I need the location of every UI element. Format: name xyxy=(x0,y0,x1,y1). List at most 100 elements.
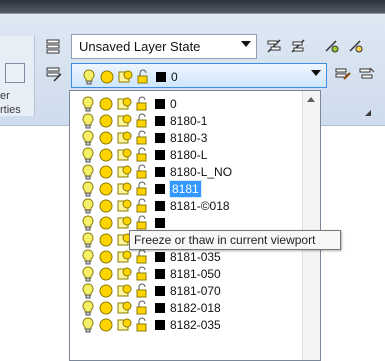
layer-row[interactable]: 8180-L xyxy=(79,146,207,163)
layer-row[interactable]: 8181-050 xyxy=(79,265,221,282)
layer-isolate-icon[interactable] xyxy=(322,36,342,56)
lightbulb-icon[interactable] xyxy=(79,112,97,129)
sun-icon[interactable] xyxy=(98,68,116,85)
layer-row[interactable]: 0 xyxy=(79,95,177,112)
current-layer-combo[interactable]: 0 xyxy=(71,63,327,88)
sun-icon[interactable] xyxy=(97,129,115,146)
layer-color-swatch[interactable] xyxy=(155,200,165,211)
layer-row[interactable]: 8180-3 xyxy=(79,129,207,146)
viewport-freeze-icon[interactable] xyxy=(115,95,133,112)
viewport-freeze-icon[interactable] xyxy=(115,180,133,197)
scroll-up-icon[interactable] xyxy=(307,97,315,102)
unlock-icon[interactable] xyxy=(134,68,152,85)
lightbulb-icon[interactable] xyxy=(79,214,97,231)
sun-icon[interactable] xyxy=(97,112,115,129)
viewport-freeze-icon[interactable] xyxy=(115,248,133,265)
chevron-down-icon[interactable] xyxy=(241,41,251,47)
layer-unisolate-icon[interactable] xyxy=(346,36,366,56)
layer-color-swatch[interactable] xyxy=(155,302,165,313)
layer-color-swatch[interactable] xyxy=(155,251,165,262)
scrollbar[interactable] xyxy=(302,91,320,360)
lightbulb-icon[interactable] xyxy=(79,231,97,248)
lightbulb-icon[interactable] xyxy=(79,95,97,112)
layer-color-swatch[interactable] xyxy=(155,268,165,279)
sun-icon[interactable] xyxy=(97,231,115,248)
layer-color-swatch[interactable] xyxy=(155,319,165,330)
make-current-icon[interactable] xyxy=(333,64,353,84)
layer-dropdown-list[interactable]: 0 8180-1 8180-3 8180-L 8180-L_NO 8181 8181-©01… xyxy=(69,90,321,361)
layer-color-swatch[interactable] xyxy=(155,115,165,126)
layer-state-combo[interactable]: Unsaved Layer State xyxy=(71,34,257,59)
viewport-freeze-icon[interactable] xyxy=(115,197,133,214)
layer-properties-icon[interactable] xyxy=(44,64,64,84)
unlock-icon[interactable] xyxy=(133,214,151,231)
layer-row[interactable]: 8180-1 xyxy=(79,112,207,129)
layer-color-swatch[interactable] xyxy=(155,217,165,228)
unlock-icon[interactable] xyxy=(133,316,151,333)
lightbulb-icon[interactable] xyxy=(79,316,97,333)
chevron-down-icon[interactable] xyxy=(311,70,321,76)
viewport-freeze-icon[interactable] xyxy=(116,68,134,85)
unlock-icon[interactable] xyxy=(133,146,151,163)
sun-icon[interactable] xyxy=(97,180,115,197)
layer-row[interactable]: 8181 xyxy=(79,179,202,198)
layer-row[interactable]: 8182-018 xyxy=(79,299,221,316)
unlock-icon[interactable] xyxy=(133,163,151,180)
unlock-icon[interactable] xyxy=(133,112,151,129)
unlock-icon[interactable] xyxy=(133,282,151,299)
lightbulb-icon[interactable] xyxy=(79,248,97,265)
sun-icon[interactable] xyxy=(97,95,115,112)
layer-row[interactable]: 8181-070 xyxy=(79,282,221,299)
sun-icon[interactable] xyxy=(97,299,115,316)
sun-icon[interactable] xyxy=(97,265,115,282)
unlock-icon[interactable] xyxy=(133,248,151,265)
layer-color-swatch[interactable] xyxy=(155,166,165,177)
match-layer-icon[interactable] xyxy=(357,64,377,84)
lightbulb-icon[interactable] xyxy=(79,163,97,180)
layer-color-swatch[interactable] xyxy=(156,71,166,82)
sun-icon[interactable] xyxy=(97,316,115,333)
lightbulb-icon[interactable] xyxy=(79,146,97,163)
layer-color-swatch[interactable] xyxy=(155,183,165,194)
layer-previous-icon[interactable] xyxy=(264,36,284,56)
sun-icon[interactable] xyxy=(97,248,115,265)
viewport-freeze-icon[interactable] xyxy=(115,112,133,129)
viewport-freeze-icon[interactable] xyxy=(115,163,133,180)
unlock-icon[interactable] xyxy=(133,129,151,146)
layer-color-swatch[interactable] xyxy=(155,132,165,143)
sun-icon[interactable] xyxy=(97,282,115,299)
layer-row[interactable] xyxy=(79,214,170,231)
viewport-freeze-icon[interactable] xyxy=(115,299,133,316)
layer-color-swatch[interactable] xyxy=(155,149,165,160)
lightbulb-icon[interactable] xyxy=(79,129,97,146)
sun-icon[interactable] xyxy=(97,214,115,231)
unlock-icon[interactable] xyxy=(133,180,151,197)
unlock-icon[interactable] xyxy=(133,95,151,112)
unlock-icon[interactable] xyxy=(133,265,151,282)
lightbulb-icon[interactable] xyxy=(79,197,97,214)
lightbulb-icon[interactable] xyxy=(79,180,97,197)
layer-row[interactable]: 8180-L_NO xyxy=(79,163,232,180)
properties-icon[interactable] xyxy=(5,63,25,83)
sun-icon[interactable] xyxy=(97,197,115,214)
viewport-freeze-icon[interactable] xyxy=(115,265,133,282)
layer-row[interactable]: 8181-035 xyxy=(79,248,221,265)
panel-expand-icon[interactable] xyxy=(365,110,371,116)
viewport-freeze-icon[interactable] xyxy=(115,214,133,231)
lightbulb-icon[interactable] xyxy=(79,299,97,316)
layer-walk-icon[interactable] xyxy=(288,36,308,56)
layer-color-swatch[interactable] xyxy=(155,285,165,296)
sun-icon[interactable] xyxy=(97,146,115,163)
lightbulb-icon[interactable] xyxy=(79,282,97,299)
viewport-freeze-icon[interactable] xyxy=(115,282,133,299)
layer-states-manager-icon[interactable] xyxy=(44,36,64,56)
lightbulb-icon[interactable] xyxy=(79,265,97,282)
layer-row[interactable]: 8181-©018 xyxy=(79,197,230,214)
unlock-icon[interactable] xyxy=(133,299,151,316)
layer-row[interactable]: 8182-035 xyxy=(79,316,221,333)
viewport-freeze-icon[interactable] xyxy=(115,316,133,333)
unlock-icon[interactable] xyxy=(133,197,151,214)
layer-color-swatch[interactable] xyxy=(155,98,165,109)
viewport-freeze-icon[interactable] xyxy=(115,129,133,146)
lightbulb-icon[interactable] xyxy=(80,68,98,85)
